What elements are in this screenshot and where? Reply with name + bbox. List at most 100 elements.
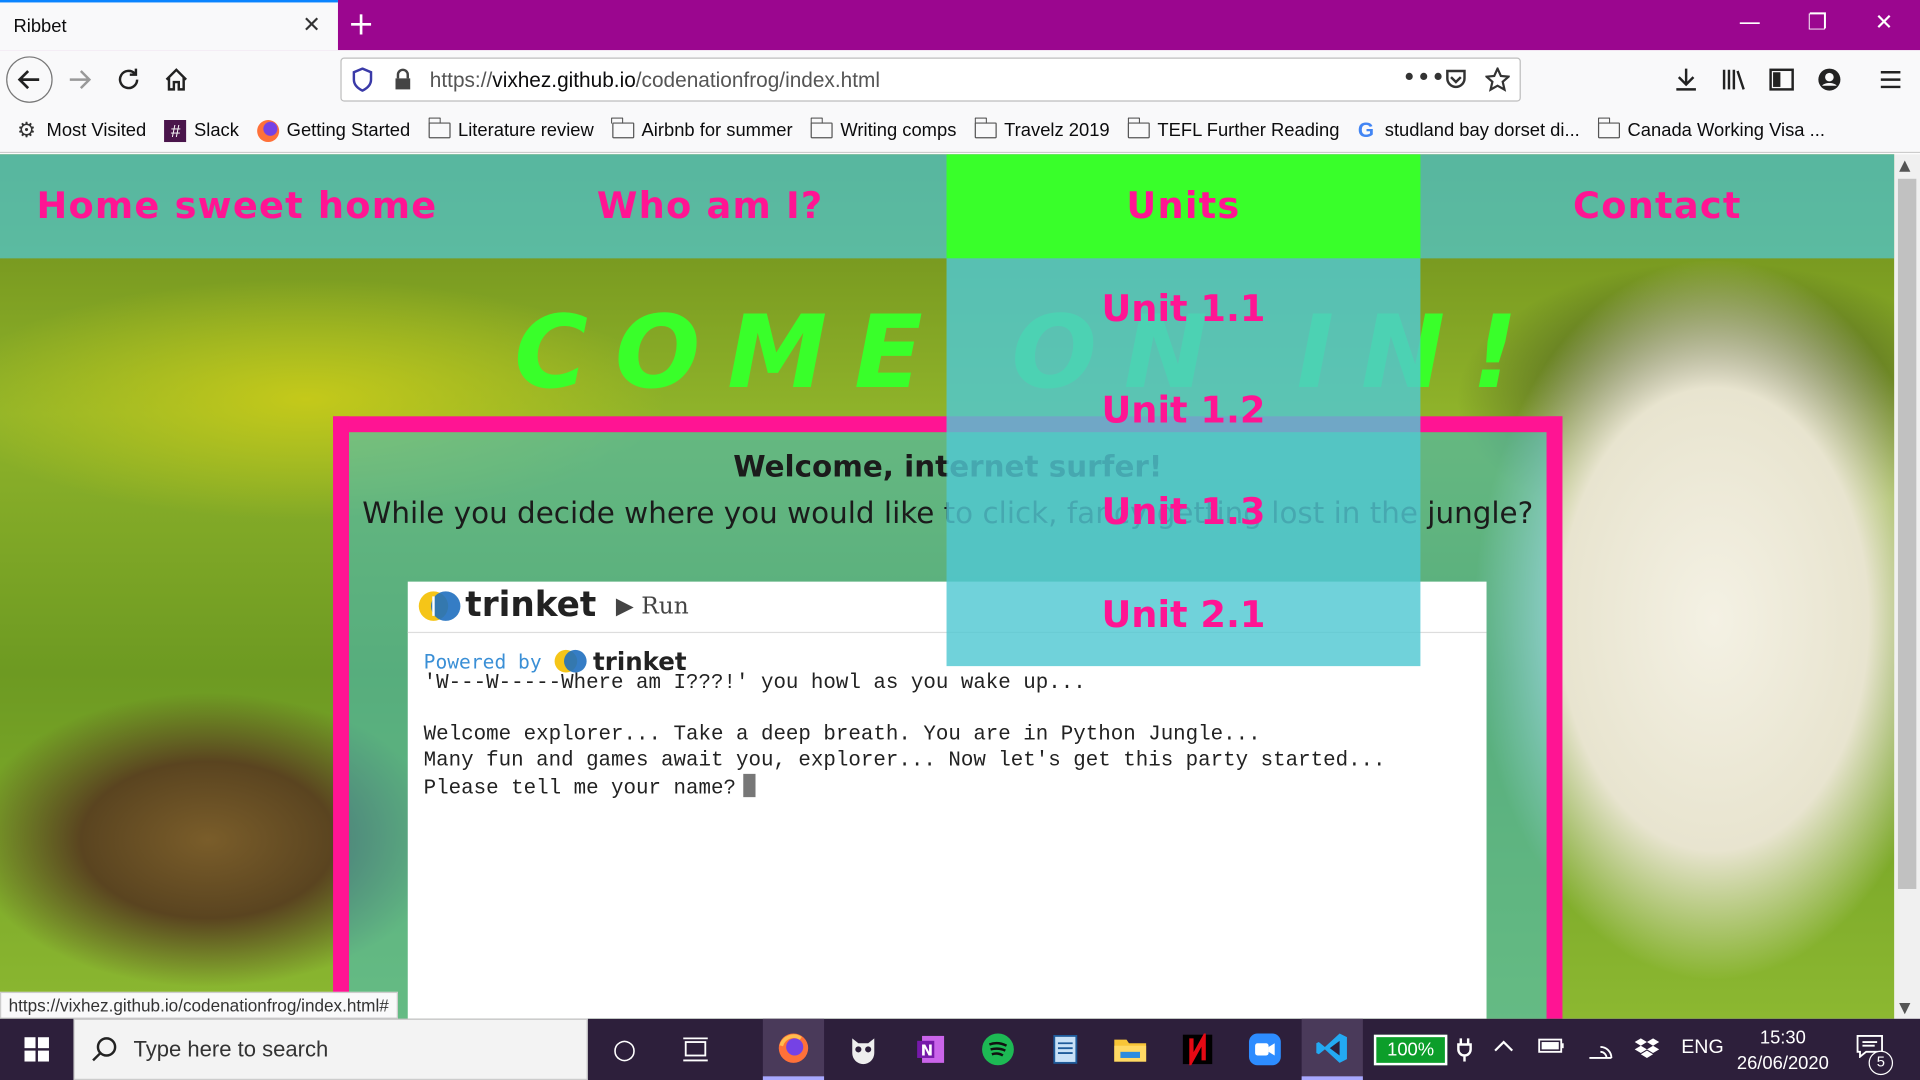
nav-who-link[interactable]: Who am I? — [474, 154, 947, 258]
unit-2-1-link[interactable]: Unit 2.1 — [947, 564, 1421, 666]
page-scrollbar[interactable]: ▲ ▼ — [1894, 154, 1920, 1019]
browser-tab[interactable]: Ribbet ✕ — [0, 0, 338, 51]
bookmark-item[interactable]: TEFL Further Reading — [1127, 117, 1339, 141]
trinket-brand: trinket — [465, 584, 597, 625]
slack-icon: # — [164, 119, 187, 142]
netflix-icon[interactable] — [1167, 1019, 1228, 1080]
address-bar[interactable]: https://vixhez.github.io/codenationfrog/… — [340, 57, 1521, 102]
bookmark-label: Slack — [194, 120, 239, 141]
pocket-icon[interactable] — [1444, 67, 1468, 98]
trinket-logo-icon — [418, 591, 461, 621]
dropbox-icon[interactable] — [1633, 1037, 1660, 1068]
power-plug-icon[interactable] — [1456, 1037, 1473, 1068]
taskbar-search[interactable]: Type here to search — [73, 1018, 588, 1080]
spotify-icon[interactable] — [967, 1019, 1028, 1080]
web-page: Home sweet home Who am I? Units Contact … — [0, 154, 1895, 1019]
forward-arrow-icon — [69, 70, 92, 90]
powered-by-label: Powered by — [423, 649, 542, 673]
play-icon: ▶ — [615, 592, 642, 620]
folder-icon — [611, 117, 635, 139]
close-window-icon[interactable]: ✕ — [1875, 10, 1893, 37]
console-prompt: Please tell me your name? — [423, 777, 736, 801]
downloads-button[interactable] — [1665, 59, 1707, 101]
menu-button[interactable] — [1870, 59, 1912, 101]
unit-1-1-link[interactable]: Unit 1.1 — [947, 258, 1421, 360]
bookmark-item[interactable]: Gstudland bay dorset di... — [1358, 119, 1580, 141]
tab-close-icon[interactable]: ✕ — [302, 13, 320, 37]
bookmark-item[interactable]: Canada Working Visa ... — [1597, 117, 1825, 141]
trinket-console[interactable]: 'W---W-----Where am I???!' you howl as y… — [424, 671, 1386, 802]
unit-1-2-link[interactable]: Unit 1.2 — [947, 360, 1421, 462]
firefox-taskbar-icon[interactable] — [762, 1018, 825, 1080]
windows-logo-icon — [24, 1037, 49, 1062]
scroll-up-icon[interactable]: ▲ — [1899, 157, 1910, 174]
notification-count-badge: 5 — [1868, 1050, 1894, 1076]
forward-button[interactable] — [59, 59, 101, 101]
bookmark-label: Getting Started — [286, 120, 411, 141]
language-indicator[interactable]: ENG — [1681, 1037, 1723, 1059]
text-cursor — [743, 773, 756, 798]
battery-indicator[interactable]: 100% — [1373, 1034, 1448, 1066]
back-button[interactable] — [6, 56, 53, 103]
account-button[interactable] — [1809, 59, 1851, 101]
bookmark-item[interactable]: Travelz 2019 — [974, 117, 1110, 141]
minimize-icon[interactable]: — — [1739, 10, 1761, 37]
task-view-icon[interactable] — [665, 1019, 726, 1080]
unit-1-3-link[interactable]: Unit 1.3 — [947, 462, 1421, 564]
onenote-icon[interactable]: N — [900, 1019, 961, 1080]
vscode-icon[interactable] — [1301, 1018, 1363, 1080]
bookmark-label: Literature review — [457, 120, 594, 141]
folder-icon — [974, 117, 997, 139]
bookmark-item[interactable]: Getting Started — [257, 119, 411, 142]
folder-icon — [810, 117, 834, 139]
nav-units-link[interactable]: Units — [946, 154, 1421, 259]
run-label: Run — [641, 592, 689, 620]
units-dropdown: Unit 1.1 Unit 1.2 Unit 1.3 Unit 2.1 — [946, 258, 1421, 667]
restore-icon[interactable]: ❐ — [1807, 10, 1827, 37]
sidebar-button[interactable] — [1761, 59, 1803, 101]
bookmark-item[interactable]: # Slack — [164, 119, 239, 142]
scroll-down-icon[interactable]: ▼ — [1899, 999, 1910, 1016]
shield-icon[interactable] — [351, 67, 373, 98]
bookmark-item[interactable]: ⚙ Most Visited — [17, 119, 146, 141]
owl-app-icon[interactable] — [833, 1019, 894, 1080]
new-tab-button[interactable]: + — [348, 6, 375, 43]
page-actions-icon[interactable]: ••• — [1402, 62, 1445, 91]
url-text: https://vixhez.github.io/codenationfrog/… — [430, 69, 880, 93]
site-nav: Home sweet home Who am I? Units Contact — [0, 154, 1895, 259]
navigation-toolbar: https://vixhez.github.io/codenationfrog/… — [0, 50, 1920, 109]
battery-tray-icon[interactable] — [1538, 1037, 1565, 1060]
lock-icon[interactable] — [393, 67, 413, 98]
download-icon — [1676, 68, 1696, 91]
bookmark-item[interactable]: Writing comps — [810, 117, 957, 141]
console-line: 'W---W-----Where am I???!' you howl as y… — [423, 672, 1086, 696]
clock[interactable]: 15:30 26/06/2020 — [1727, 1025, 1840, 1076]
chevron-up-icon[interactable] — [1494, 1037, 1514, 1059]
folder-icon — [1597, 117, 1621, 139]
library-button[interactable] — [1713, 59, 1755, 101]
nav-home-link[interactable]: Home sweet home — [0, 154, 474, 258]
wifi-icon[interactable] — [1587, 1037, 1614, 1065]
sidebar-icon — [1769, 68, 1794, 91]
zoom-icon[interactable] — [1234, 1019, 1295, 1080]
file-explorer-icon[interactable] — [1100, 1019, 1161, 1080]
start-button[interactable] — [0, 1019, 73, 1080]
bookmark-label: Most Visited — [46, 120, 147, 141]
nav-contact-link[interactable]: Contact — [1420, 154, 1894, 258]
gear-icon: ⚙ — [17, 118, 36, 142]
cortana-icon[interactable]: ○ — [594, 1019, 655, 1080]
svg-text:N: N — [921, 1043, 933, 1060]
bookmark-item[interactable]: Airbnb for summer — [611, 117, 793, 141]
home-button[interactable] — [156, 59, 198, 101]
search-placeholder: Type here to search — [133, 1037, 329, 1062]
home-icon — [165, 68, 187, 91]
scrollbar-thumb[interactable] — [1897, 178, 1917, 889]
run-button[interactable]: ▶ Run — [616, 593, 689, 620]
hamburger-menu-icon — [1880, 71, 1901, 89]
notepad-icon[interactable] — [1035, 1019, 1096, 1080]
reload-button[interactable] — [108, 59, 150, 101]
bookmark-item[interactable]: Literature review — [427, 117, 594, 141]
bookmark-star-icon[interactable] — [1483, 65, 1512, 98]
bookmark-label: Writing comps — [840, 120, 957, 141]
